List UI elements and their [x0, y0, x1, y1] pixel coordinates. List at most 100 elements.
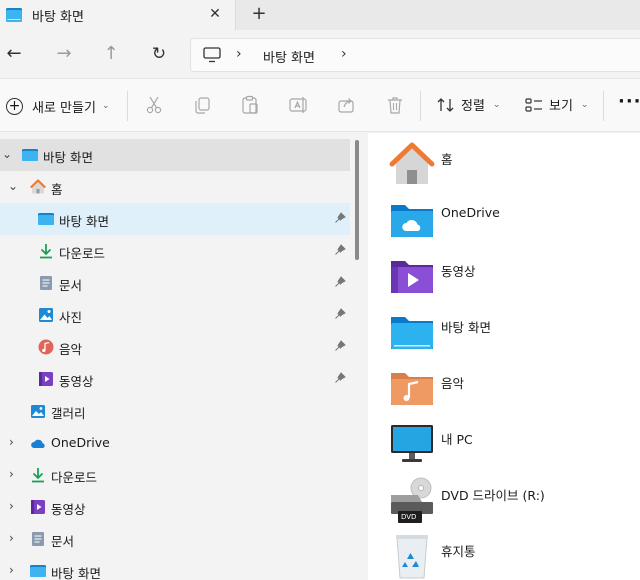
- sort-label: 정렬: [461, 99, 485, 114]
- chevron-down-icon[interactable]: ⌄: [2, 147, 12, 161]
- new-button-label: 새로 만들기: [32, 100, 96, 116]
- music-icon: [38, 339, 54, 355]
- sidebar-item-videos[interactable]: › 동영상: [0, 491, 350, 523]
- chevron-right-icon[interactable]: ›: [9, 467, 14, 481]
- sort-button[interactable]: 정렬 ⌄: [437, 95, 500, 114]
- copy-icon[interactable]: [192, 95, 212, 115]
- sidebar-item-label: 음악: [59, 342, 83, 357]
- close-icon[interactable]: ✕: [206, 5, 224, 23]
- sidebar-item-music-pinned[interactable]: 음악: [0, 331, 350, 363]
- sidebar-item-downloads[interactable]: › 다운로드: [0, 459, 350, 491]
- breadcrumb-separator[interactable]: ›: [236, 46, 242, 62]
- sidebar-item-documents-pinned[interactable]: 문서: [0, 267, 350, 299]
- chevron-down-icon[interactable]: ⌄: [8, 179, 18, 193]
- more-options-button[interactable]: ···: [618, 91, 640, 112]
- home-icon: [30, 179, 46, 194]
- file-explorer-window: 바탕 화면 ✕ + ← → ↑ ↻ › 바탕 화면 › + 새로 만들기 ⌄ 정…: [0, 0, 640, 580]
- sidebar-item-label: 다운로드: [59, 246, 106, 261]
- new-tab-button[interactable]: +: [249, 4, 269, 24]
- content-item-label: 홈: [441, 152, 453, 167]
- delete-icon[interactable]: [385, 95, 405, 115]
- sidebar-item-label: 다운로드: [51, 470, 98, 485]
- pin-icon[interactable]: [334, 308, 346, 320]
- tab-desktop[interactable]: 바탕 화면 ✕: [0, 0, 236, 30]
- separator: [127, 91, 128, 121]
- content-item-label: 휴지통: [441, 544, 476, 559]
- chevron-right-icon[interactable]: ›: [9, 499, 14, 513]
- chevron-down-icon: ⌄: [580, 99, 589, 110]
- plus-icon: +: [6, 97, 23, 115]
- sidebar-item-onedrive[interactable]: › OneDrive: [0, 427, 350, 459]
- rename-icon[interactable]: [288, 95, 308, 115]
- pin-icon[interactable]: [334, 372, 346, 384]
- video-icon: [39, 372, 53, 386]
- forward-button[interactable]: →: [52, 43, 76, 67]
- address-row: ← → ↑ ↻ › 바탕 화면 ›: [0, 30, 640, 78]
- view-icon: [525, 97, 542, 112]
- pin-icon[interactable]: [334, 276, 346, 288]
- breadcrumb-desktop[interactable]: 바탕 화면: [263, 47, 315, 66]
- desktop-folder-icon: [6, 8, 22, 22]
- sidebar-item-desktop-pinned[interactable]: 바탕 화면: [0, 203, 350, 235]
- content-item-this-pc[interactable]: 내 PC: [368, 419, 640, 475]
- pin-icon[interactable]: [334, 244, 346, 256]
- sidebar-item-label: 바탕 화면: [51, 566, 101, 580]
- chevron-right-icon[interactable]: ›: [9, 563, 14, 577]
- pin-icon[interactable]: [334, 212, 346, 224]
- back-button[interactable]: ←: [2, 43, 26, 67]
- navigation-scrollbar[interactable]: [355, 140, 359, 260]
- download-icon: [40, 244, 52, 259]
- separator: [603, 91, 604, 121]
- sidebar-item-pictures-pinned[interactable]: 사진: [0, 299, 350, 331]
- new-button[interactable]: + 새로 만들기 ⌄: [6, 95, 109, 117]
- sidebar-item-label: OneDrive: [51, 435, 110, 450]
- sidebar-item-label: 동영상: [59, 374, 94, 389]
- music-folder-icon: [391, 373, 433, 405]
- sidebar-item-videos-pinned[interactable]: 동영상: [0, 363, 350, 395]
- view-button[interactable]: 보기 ⌄: [525, 95, 588, 114]
- sidebar-item-label: 갤러리: [51, 406, 86, 421]
- pictures-icon: [39, 308, 53, 322]
- up-button[interactable]: ↑: [99, 43, 123, 67]
- sidebar-item-desktop-bottom[interactable]: › 바탕 화면: [0, 555, 350, 580]
- onedrive-icon: [31, 439, 45, 448]
- content-item-music[interactable]: 음악: [368, 363, 640, 419]
- sidebar-item-gallery[interactable]: 갤러리: [0, 395, 350, 427]
- content-item-videos[interactable]: 동영상: [368, 251, 640, 307]
- pin-icon[interactable]: [334, 340, 346, 352]
- desktop-folder-icon: [38, 213, 54, 225]
- content-item-label: 동영상: [441, 264, 476, 279]
- address-bar[interactable]: › 바탕 화면 ›: [190, 38, 640, 72]
- content-item-home[interactable]: 홈: [368, 139, 640, 195]
- sidebar-item-downloads-pinned[interactable]: 다운로드: [0, 235, 350, 267]
- navigation-pane[interactable]: ⌄ 바탕 화면 ⌄ 홈 바탕 화면 다운로드 문서 사진 음악 동영상 갤러리 …: [0, 133, 352, 580]
- gallery-icon: [31, 405, 45, 418]
- content-pane[interactable]: 홈 OneDrive 동영상 바탕 화면 음악 내 PC DVD DVD 드라이…: [368, 133, 640, 580]
- home-icon: [389, 142, 435, 184]
- dvd-badge: DVD: [401, 513, 417, 521]
- chevron-right-icon[interactable]: ›: [9, 531, 14, 545]
- cut-icon[interactable]: [144, 95, 164, 115]
- tab-strip: 바탕 화면 ✕ +: [0, 0, 640, 30]
- sidebar-item-desktop[interactable]: ⌄ 바탕 화면: [0, 139, 350, 171]
- content-item-dvd-drive[interactable]: DVD DVD 드라이브 (R:): [368, 475, 640, 531]
- refresh-button[interactable]: ↻: [147, 43, 171, 67]
- chevron-down-icon: ⌄: [492, 99, 501, 110]
- chevron-right-icon[interactable]: ›: [9, 435, 14, 449]
- content-item-desktop[interactable]: 바탕 화면: [368, 307, 640, 363]
- sidebar-item-label: 홈: [51, 182, 63, 197]
- breadcrumb-separator[interactable]: ›: [341, 46, 347, 62]
- sort-icon: [437, 97, 454, 112]
- paste-icon[interactable]: [240, 95, 260, 115]
- sidebar-item-label: 바탕 화면: [43, 150, 93, 165]
- share-icon[interactable]: [336, 95, 356, 115]
- sidebar-item-documents[interactable]: › 문서: [0, 523, 350, 555]
- content-item-recycle-bin[interactable]: 휴지통: [368, 531, 640, 580]
- download-icon: [32, 468, 44, 483]
- this-pc-icon: [391, 425, 433, 462]
- sidebar-item-home[interactable]: ⌄ 홈: [0, 171, 350, 203]
- content-item-onedrive[interactable]: OneDrive: [368, 195, 640, 251]
- content-item-label: 바탕 화면: [441, 320, 491, 335]
- content-item-label: OneDrive: [441, 205, 500, 220]
- monitor-icon: [203, 47, 221, 63]
